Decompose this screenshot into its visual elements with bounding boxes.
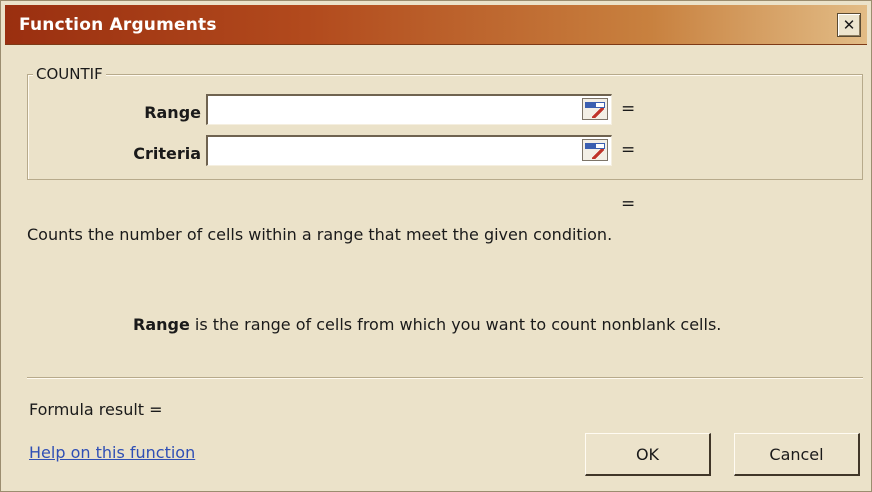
criteria-collapse-dialog-icon[interactable] — [582, 139, 608, 161]
formula-result-label: Formula result = — [29, 400, 163, 419]
help-on-function-link[interactable]: Help on this function — [29, 443, 195, 462]
argument-help-text: is the range of cells from which you wan… — [189, 315, 722, 334]
criteria-label: Criteria — [133, 144, 201, 163]
function-name-legend: COUNTIF — [33, 65, 106, 83]
title-bar[interactable]: Function Arguments ✕ — [5, 5, 867, 45]
cancel-button-label: Cancel — [769, 444, 824, 464]
close-icon: ✕ — [842, 16, 856, 34]
criteria-input[interactable] — [206, 135, 612, 166]
function-description: Counts the number of cells within a rang… — [27, 225, 613, 244]
range-input[interactable] — [206, 94, 612, 125]
argument-help: Range is the range of cells from which y… — [133, 315, 721, 334]
ok-button[interactable]: OK — [585, 433, 711, 476]
result-equals: = — [621, 194, 636, 214]
cancel-button[interactable]: Cancel — [734, 433, 860, 476]
range-label: Range — [144, 103, 201, 122]
close-button[interactable]: ✕ — [837, 13, 861, 37]
ok-button-label: OK — [635, 444, 660, 464]
range-collapse-dialog-icon[interactable] — [582, 98, 608, 120]
function-arguments-dialog: Function Arguments ✕ COUNTIF Range = Cri… — [0, 0, 872, 492]
dialog-title: Function Arguments — [19, 15, 217, 35]
argument-help-name: Range — [133, 315, 190, 334]
separator — [27, 377, 863, 379]
range-equals: = — [621, 99, 636, 119]
criteria-equals: = — [621, 140, 636, 160]
